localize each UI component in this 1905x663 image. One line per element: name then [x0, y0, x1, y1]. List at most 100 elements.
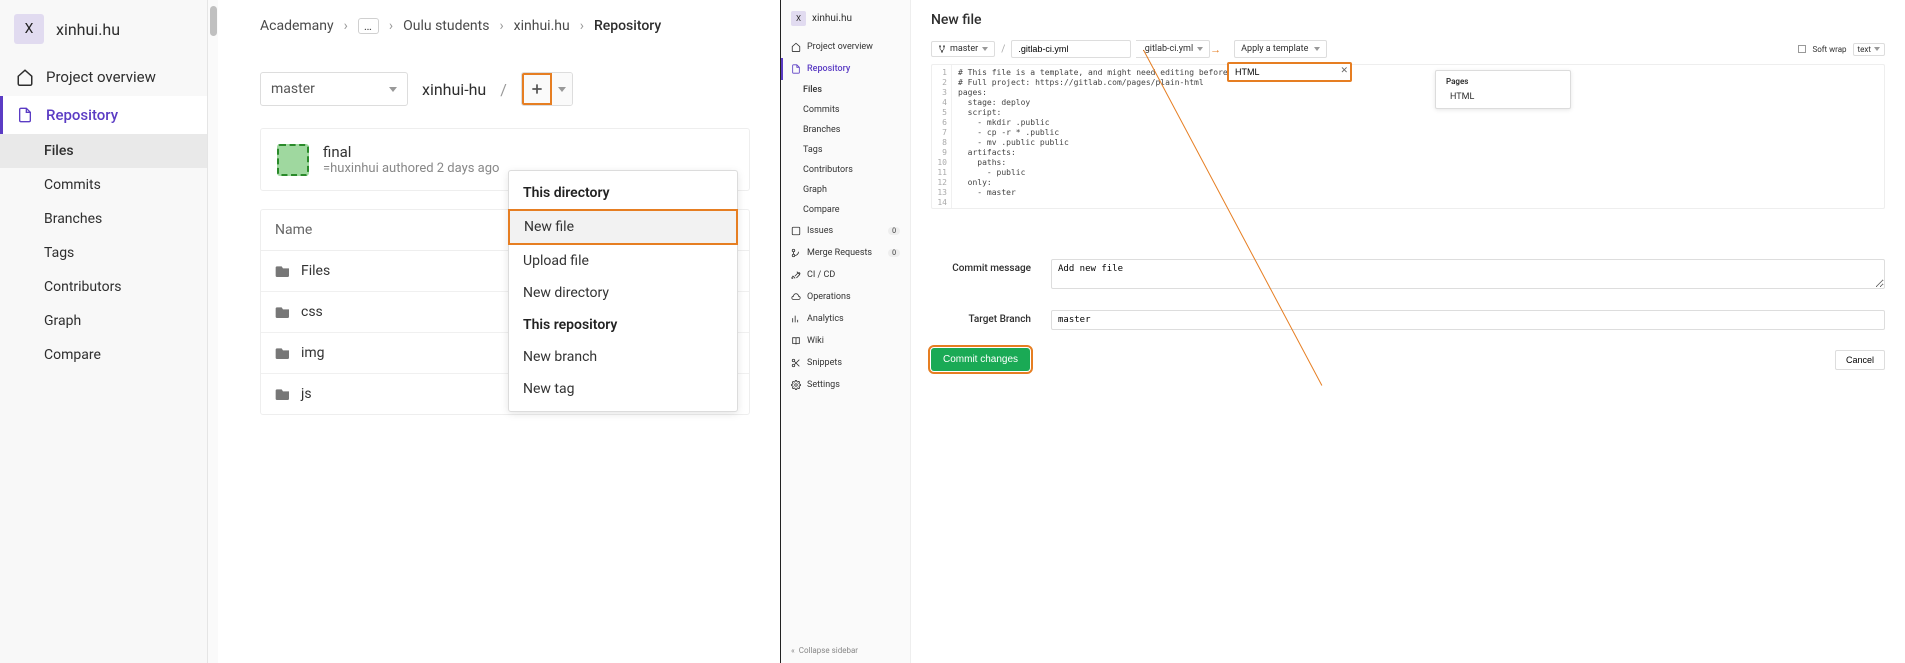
- dd-heading-directory: This directory: [509, 177, 737, 209]
- branch-select[interactable]: master: [931, 41, 995, 57]
- merge-badge: 0: [888, 249, 900, 257]
- nav-sub-commits[interactable]: Commits: [0, 168, 207, 202]
- nav-sub-graph[interactable]: Graph: [781, 180, 910, 200]
- nav-overview[interactable]: Project overview: [0, 58, 207, 96]
- nav-operations[interactable]: Operations: [781, 286, 910, 308]
- code-gutter: 1234567891011121314: [932, 65, 952, 208]
- nav-sub-contributors[interactable]: Contributors: [781, 160, 910, 180]
- collapse-sidebar[interactable]: « Collapse sidebar: [791, 646, 858, 655]
- bc-xinhui[interactable]: xinhui.hu: [514, 18, 570, 34]
- project-header: X xinhui.hu: [0, 6, 207, 58]
- nav-wiki-label: Wiki: [807, 336, 824, 346]
- template-filter-input[interactable]: [1227, 62, 1352, 82]
- dd-upload-file[interactable]: Upload file: [509, 245, 737, 277]
- row-label: js: [301, 386, 312, 402]
- nav-sub-branches[interactable]: Branches: [0, 202, 207, 236]
- rocket-icon: [791, 270, 801, 280]
- nav-sub-commits[interactable]: Commits: [781, 100, 910, 120]
- template-dd-html[interactable]: HTML: [1436, 89, 1570, 105]
- nav-repository-label: Repository: [807, 64, 850, 74]
- nav-sub-tags[interactable]: Tags: [0, 236, 207, 270]
- filename-input[interactable]: [1011, 40, 1131, 58]
- target-branch-input[interactable]: [1051, 310, 1885, 330]
- breadcrumb: Academany › … › Oulu students › xinhui.h…: [260, 18, 780, 34]
- commit-avatar: [277, 144, 309, 176]
- commit-message-input[interactable]: [1051, 259, 1885, 289]
- softwrap-label: Soft wrap: [1812, 45, 1846, 54]
- bc-ellipsis[interactable]: …: [358, 18, 379, 34]
- home-icon: [791, 42, 801, 52]
- dd-new-branch[interactable]: New branch: [509, 341, 737, 373]
- add-caret[interactable]: [552, 73, 572, 105]
- template-select[interactable]: Apply a template: [1234, 40, 1327, 58]
- nav-sub-tags[interactable]: Tags: [781, 140, 910, 160]
- add-button[interactable]: [522, 73, 552, 105]
- nav-issues[interactable]: Issues 0: [781, 220, 910, 242]
- branch-select-label: master: [271, 81, 315, 97]
- nav-overview[interactable]: Project overview: [781, 36, 910, 58]
- arrow-annotation-icon: →: [1210, 43, 1221, 56]
- nav-repository[interactable]: Repository: [0, 96, 207, 134]
- book-icon: [791, 336, 801, 346]
- path-slash: /: [500, 80, 507, 99]
- folder-icon: [275, 346, 291, 360]
- path-label[interactable]: xinhui-hu: [422, 80, 486, 99]
- nav-settings[interactable]: Settings: [781, 374, 910, 396]
- chevron-right-icon: ›: [344, 18, 348, 34]
- nav-overview-label: Project overview: [807, 42, 873, 52]
- add-button-group: [521, 72, 573, 106]
- issues-icon: [791, 226, 801, 236]
- dd-new-directory[interactable]: New directory: [509, 277, 737, 309]
- file-toolbar: master / .gitlab-ci.yml → Apply a templa…: [931, 40, 1885, 58]
- project-name: xinhui.hu: [56, 20, 120, 39]
- dd-new-file[interactable]: New file: [508, 209, 738, 245]
- commit-title[interactable]: final: [323, 143, 499, 161]
- nav-sub-graph[interactable]: Graph: [0, 304, 207, 338]
- branch-select[interactable]: master: [260, 72, 408, 106]
- nav-merge-requests[interactable]: Merge Requests 0: [781, 242, 910, 264]
- add-dropdown-menu: This directory New file Upload file New …: [508, 170, 738, 412]
- nav-cicd[interactable]: CI / CD: [781, 264, 910, 286]
- target-branch-label: Target Branch: [931, 310, 1031, 325]
- nav-sub-files[interactable]: Files: [781, 80, 910, 100]
- bc-repository: Repository: [594, 18, 661, 34]
- nav-sub-files[interactable]: Files: [0, 134, 207, 168]
- page-title: New file: [931, 12, 1885, 28]
- sidebar-right: X xinhui.hu Project overview Repository …: [781, 0, 911, 663]
- scissors-icon: [791, 358, 801, 368]
- commit-changes-button[interactable]: Commit changes: [931, 348, 1030, 371]
- nav-wiki[interactable]: Wiki: [781, 330, 910, 352]
- nav-sub-branches[interactable]: Branches: [781, 120, 910, 140]
- template-select-label: Apply a template: [1241, 44, 1308, 54]
- scroll-thumb[interactable]: [210, 6, 217, 36]
- chevron-down-icon: [1197, 47, 1203, 51]
- chevron-down-icon: [1874, 47, 1880, 51]
- code-body[interactable]: # This file is a template, and might nee…: [952, 65, 1884, 208]
- bc-academany[interactable]: Academany: [260, 18, 334, 34]
- close-icon[interactable]: ✕: [1340, 66, 1348, 76]
- nav-sub-compare[interactable]: Compare: [0, 338, 207, 372]
- code-editor[interactable]: 1234567891011121314 # This file is a tem…: [931, 64, 1885, 209]
- dd-new-tag[interactable]: New tag: [509, 373, 737, 405]
- nav-sub-compare[interactable]: Compare: [781, 200, 910, 220]
- nav-analytics[interactable]: Analytics: [781, 308, 910, 330]
- chevron-down-icon: [558, 87, 566, 92]
- nav-sub-contributors[interactable]: Contributors: [0, 270, 207, 304]
- project-name: xinhui.hu: [812, 13, 852, 24]
- gear-icon: [791, 380, 801, 390]
- file-icon: [16, 106, 34, 124]
- commit-subtitle: =huxinhui authored 2 days ago: [323, 161, 499, 176]
- chevron-right-icon: ›: [580, 18, 584, 34]
- scrollbar[interactable]: [208, 0, 218, 663]
- softwrap-checkbox[interactable]: [1798, 45, 1806, 53]
- cancel-button[interactable]: Cancel: [1835, 350, 1885, 370]
- chevron-down-icon: [1314, 47, 1320, 51]
- chevron-right-icon: ›: [499, 18, 503, 34]
- bc-oulu[interactable]: Oulu students: [403, 18, 489, 34]
- nav-settings-label: Settings: [807, 380, 840, 390]
- nav-snippets-label: Snippets: [807, 358, 842, 368]
- text-mode-select[interactable]: text: [1853, 43, 1885, 56]
- nav-snippets[interactable]: Snippets: [781, 352, 910, 374]
- folder-icon: [275, 387, 291, 401]
- nav-repository[interactable]: Repository: [781, 58, 910, 80]
